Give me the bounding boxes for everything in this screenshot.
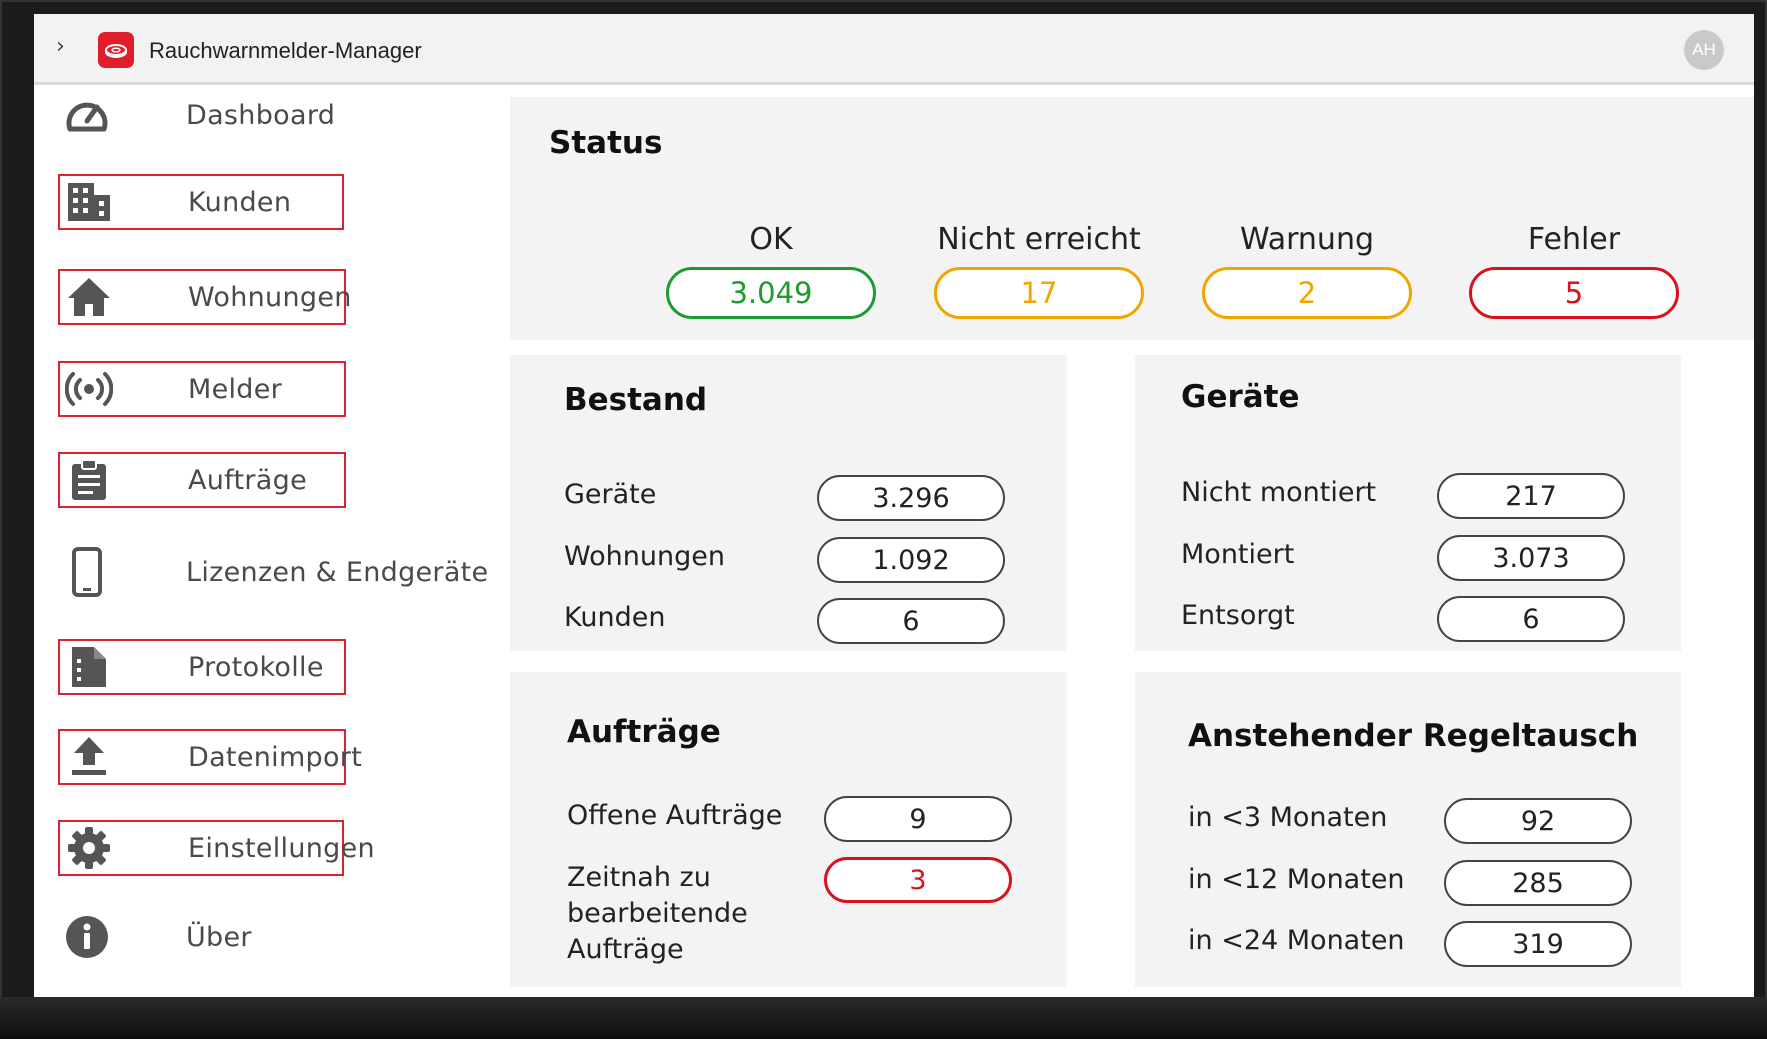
sidebar-item-melder[interactable]: Melder (58, 361, 346, 417)
sidebar-item-auftraege[interactable]: Aufträge (58, 452, 346, 508)
status-nicht-erreicht-label: Nicht erreicht (937, 222, 1141, 257)
bestand-geraete-value[interactable]: 3.296 (817, 475, 1005, 521)
app-logo-icon (98, 32, 134, 68)
offene-auftraege-value[interactable]: 9 (824, 796, 1012, 842)
status-ok: OK 3.049 (666, 222, 876, 319)
sidebar-item-label: Lizenzen & Endgeräte (186, 556, 489, 588)
zeitnah-auftraege-value[interactable]: 3 (824, 857, 1012, 903)
sidebar-item-datenimport[interactable]: Datenimport (58, 729, 362, 785)
zeitnah-auftraege-label-line: Zeitnah zu (567, 862, 711, 893)
monitor-frame: › Rauchwarnmelder-Manager AH Dashboard K… (0, 0, 1767, 1039)
geraete-montiert-value[interactable]: 3.073 (1437, 535, 1625, 581)
title-bar: › Rauchwarnmelder-Manager AH (34, 14, 1754, 85)
bestand-wohnungen-label: Wohnungen (564, 541, 725, 572)
status-title: Status (549, 125, 663, 161)
status-nicht-erreicht: Nicht erreicht 17 (934, 222, 1144, 319)
auftraege-panel: Aufträge Offene Aufträge 9 Zeitnah zu be… (510, 672, 1067, 987)
sidebar-item-wohnungen[interactable]: Wohnungen (58, 269, 351, 325)
sidebar-item-label: Melder (188, 373, 283, 405)
regeltausch-24-monate-label: in <24 Monaten (1188, 925, 1405, 956)
bestand-title: Bestand (564, 382, 708, 418)
status-fehler-value[interactable]: 5 (1469, 267, 1679, 319)
sidebar-item-label: Über (186, 921, 252, 953)
status-nicht-erreicht-value[interactable]: 17 (934, 267, 1144, 319)
sidebar-item-kunden[interactable]: Kunden (58, 174, 344, 230)
sidebar-item-label: Dashboard (186, 99, 336, 131)
regeltausch-12-monate-label: in <12 Monaten (1188, 864, 1405, 895)
geraete-panel: Geräte Nicht montiert 217 Montiert 3.073… (1135, 355, 1681, 651)
sidebar: Dashboard Kunden Wohnungen Melder Aufträ… (34, 85, 504, 1001)
clipboard-icon (64, 457, 114, 503)
sidebar-item-ueber[interactable]: Über (58, 909, 344, 965)
sidebar-item-einstellungen[interactable]: Einstellungen (58, 820, 375, 876)
geraete-montiert-label: Montiert (1181, 539, 1295, 570)
status-warnung-label: Warnung (1239, 222, 1375, 257)
geraete-title: Geräte (1181, 379, 1300, 415)
sidebar-item-label: Protokolle (188, 651, 324, 683)
app-title: Rauchwarnmelder-Manager (149, 38, 422, 63)
broadcast-icon (64, 366, 114, 412)
status-warnung: Warnung 2 (1202, 222, 1412, 319)
regeltausch-3-monate-value[interactable]: 92 (1444, 798, 1632, 844)
bestand-kunden-value[interactable]: 6 (817, 598, 1005, 644)
sidebar-item-dashboard[interactable]: Dashboard (58, 87, 344, 143)
sidebar-item-lizenzen[interactable]: Lizenzen & Endgeräte (58, 544, 488, 600)
regeltausch-3-monate-label: in <3 Monaten (1188, 802, 1388, 833)
status-panel: Status OK 3.049 Nicht erreicht 17 Warnun… (510, 97, 1754, 340)
regeltausch-24-monate-value[interactable]: 319 (1444, 921, 1632, 967)
regeltausch-12-monate-value[interactable]: 285 (1444, 860, 1632, 906)
sidebar-item-label: Wohnungen (188, 281, 352, 313)
zeitnah-auftraege-label-line: Aufträge (567, 934, 684, 965)
status-ok-label: OK (749, 222, 793, 257)
geraete-entsorgt-label: Entsorgt (1181, 600, 1295, 631)
geraete-nicht-montiert-label: Nicht montiert (1181, 477, 1377, 508)
sidebar-item-protokolle[interactable]: Protokolle (58, 639, 346, 695)
expand-chevron-icon[interactable]: › (56, 34, 65, 59)
zeitnah-auftraege-label-line: bearbeitende (567, 898, 748, 929)
upload-icon (64, 734, 114, 780)
bestand-panel: Bestand Geräte 3.296 Wohnungen 1.092 Kun… (510, 355, 1067, 651)
user-avatar[interactable]: AH (1684, 30, 1724, 70)
app-window: › Rauchwarnmelder-Manager AH Dashboard K… (34, 14, 1754, 1001)
sidebar-item-label: Einstellungen (188, 832, 375, 864)
status-fehler-label: Fehler (1527, 222, 1621, 257)
home-icon (64, 274, 114, 320)
regeltausch-panel: Anstehender Regeltausch in <3 Monaten 92… (1135, 672, 1681, 987)
status-warnung-value[interactable]: 2 (1202, 267, 1412, 319)
info-icon (62, 914, 112, 960)
offene-auftraege-label: Offene Aufträge (567, 800, 783, 831)
sidebar-item-label: Aufträge (188, 464, 307, 496)
gear-icon (64, 825, 114, 871)
smartphone-icon (62, 547, 112, 597)
bestand-wohnungen-value[interactable]: 1.092 (817, 537, 1005, 583)
auftraege-title: Aufträge (567, 714, 721, 750)
document-icon (64, 644, 114, 690)
status-fehler: Fehler 5 (1469, 222, 1679, 319)
sidebar-item-label: Kunden (188, 186, 292, 218)
zeitnah-auftraege-label: Zeitnah zu bearbeitende Aufträge (567, 860, 748, 968)
speedometer-icon (62, 92, 112, 138)
geraete-nicht-montiert-value[interactable]: 217 (1437, 473, 1625, 519)
bestand-geraete-label: Geräte (564, 479, 657, 510)
bestand-kunden-label: Kunden (564, 602, 666, 633)
regeltausch-title: Anstehender Regeltausch (1188, 718, 1639, 754)
geraete-entsorgt-value[interactable]: 6 (1437, 596, 1625, 642)
sidebar-item-label: Datenimport (188, 741, 363, 773)
building-icon (64, 179, 114, 225)
status-ok-value[interactable]: 3.049 (666, 267, 876, 319)
